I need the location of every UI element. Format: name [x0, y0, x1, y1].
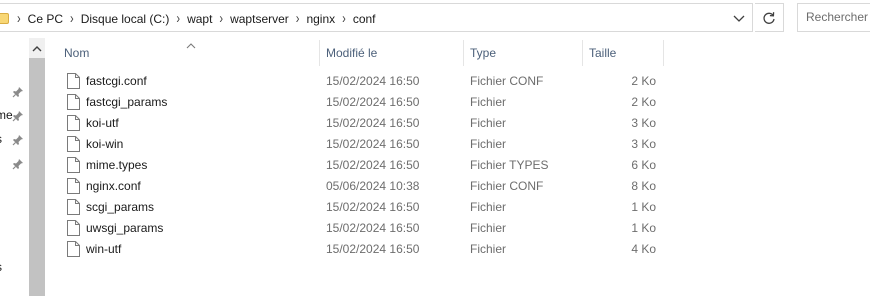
file-name: win-utf: [86, 242, 122, 256]
file-row[interactable]: win-utf 15/02/2024 16:50 Fichier 4 Ko: [46, 239, 870, 260]
file-type: Fichier TYPES: [470, 158, 549, 172]
file-rows: fastcgi.conf 15/02/2024 16:50 Fichier CO…: [46, 71, 870, 260]
chevron-down-icon[interactable]: [732, 13, 746, 25]
file-row[interactable]: koi-win 15/02/2024 16:50 Fichier 3 Ko: [46, 134, 870, 155]
file-row[interactable]: uwsgi_params 15/02/2024 16:50 Fichier 1 …: [46, 218, 870, 239]
chevron-right-icon[interactable]: ›: [335, 11, 353, 27]
column-headers: Nom Modifié le Type Taille: [46, 40, 870, 66]
file-size: 3 Ko: [631, 116, 656, 130]
file-size: 6 Ko: [631, 158, 656, 172]
column-header-type[interactable]: Type: [464, 40, 583, 66]
pin-icon: [12, 134, 24, 146]
search-input[interactable]: Rechercher dans: [797, 3, 870, 32]
column-header-size[interactable]: Taille: [583, 40, 664, 66]
file-icon: [67, 157, 80, 173]
file-type: Fichier: [470, 200, 507, 214]
file-icon: [67, 220, 80, 236]
file-row[interactable]: koi-utf 15/02/2024 16:50 Fichier 3 Ko: [46, 113, 870, 134]
address-bar[interactable]: › Ce PC › Disque local (C:) › wapt › wap…: [0, 3, 753, 32]
file-name: uwsgi_params: [86, 221, 164, 235]
scroll-up-button[interactable]: [29, 38, 45, 58]
breadcrumb-item-waptserver[interactable]: waptserver: [230, 12, 289, 26]
file-icon: [67, 178, 80, 194]
breadcrumb: › Ce PC › Disque local (C:) › wapt › wap…: [14, 4, 376, 33]
file-row[interactable]: scgi_params 15/02/2024 16:50 Fichier 1 K…: [46, 197, 870, 218]
file-list: Nom Modifié le Type Taille fastcgi.conf …: [46, 38, 870, 296]
column-header-name[interactable]: Nom: [58, 40, 320, 66]
chevron-right-icon[interactable]: ›: [14, 11, 28, 27]
pin-icon: [12, 158, 24, 170]
nav-item-fragment[interactable]: s: [0, 132, 2, 146]
file-name: scgi_params: [86, 200, 155, 214]
file-icon: [67, 73, 80, 89]
file-type: Fichier CONF: [470, 179, 544, 193]
file-modified-date: 15/02/2024 16:50: [326, 74, 420, 88]
file-type: Fichier: [470, 221, 507, 235]
file-modified-date: 15/02/2024 16:50: [326, 95, 420, 109]
file-icon: [67, 136, 80, 152]
file-size: 2 Ko: [631, 95, 656, 109]
file-row[interactable]: fastcgi_params 15/02/2024 16:50 Fichier …: [46, 92, 870, 113]
pin-icon: [12, 86, 24, 98]
pin-icon: [12, 110, 24, 122]
breadcrumb-item-local-disk[interactable]: Disque local (C:): [81, 12, 170, 26]
file-type: Fichier: [470, 137, 507, 151]
file-name: nginx.conf: [86, 179, 141, 193]
file-icon: [67, 115, 80, 131]
file-name: fastcgi.conf: [86, 74, 147, 88]
file-name: koi-utf: [86, 116, 119, 130]
navigation-pane: me s s: [0, 38, 30, 296]
file-type: Fichier CONF: [470, 74, 544, 88]
file-modified-date: 15/02/2024 16:50: [326, 242, 420, 256]
scrollbar-thumb[interactable]: [29, 58, 45, 296]
file-size: 2 Ko: [631, 74, 656, 88]
file-size: 8 Ko: [631, 179, 656, 193]
chevron-right-icon[interactable]: ›: [289, 11, 307, 27]
breadcrumb-item-conf[interactable]: conf: [353, 12, 376, 26]
file-icon: [67, 241, 80, 257]
file-name: mime.types: [86, 158, 148, 172]
file-modified-date: 15/02/2024 16:50: [326, 158, 420, 172]
file-type: Fichier: [470, 242, 507, 256]
navigation-scrollbar[interactable]: [29, 38, 45, 296]
refresh-button[interactable]: [755, 3, 784, 32]
file-size: 1 Ko: [631, 221, 656, 235]
file-modified-date: 15/02/2024 16:50: [326, 116, 420, 130]
file-size: 3 Ko: [631, 137, 656, 151]
file-icon: [67, 199, 80, 215]
breadcrumb-item-wapt[interactable]: wapt: [187, 12, 212, 26]
refresh-icon: [762, 11, 776, 25]
file-size: 4 Ko: [631, 242, 656, 256]
breadcrumb-item-this-pc[interactable]: Ce PC: [28, 12, 63, 26]
chevron-right-icon[interactable]: ›: [63, 11, 81, 27]
file-modified-date: 15/02/2024 16:50: [326, 137, 420, 151]
file-row[interactable]: fastcgi.conf 15/02/2024 16:50 Fichier CO…: [46, 71, 870, 92]
file-name: koi-win: [86, 137, 124, 151]
nav-item-fragment[interactable]: s: [0, 260, 2, 274]
file-name: fastcgi_params: [86, 95, 168, 109]
file-modified-date: 05/06/2024 10:38: [326, 179, 420, 193]
chevron-right-icon[interactable]: ›: [169, 11, 187, 27]
file-type: Fichier: [470, 95, 507, 109]
chevron-right-icon[interactable]: ›: [212, 11, 230, 27]
file-size: 1 Ko: [631, 200, 656, 214]
folder-icon: [0, 13, 9, 24]
nav-item-fragment[interactable]: me: [0, 108, 13, 122]
file-row[interactable]: nginx.conf 05/06/2024 10:38 Fichier CONF…: [46, 176, 870, 197]
file-type: Fichier: [470, 116, 507, 130]
file-icon: [67, 94, 80, 110]
breadcrumb-item-nginx[interactable]: nginx: [306, 12, 335, 26]
file-modified-date: 15/02/2024 16:50: [326, 200, 420, 214]
file-modified-date: 15/02/2024 16:50: [326, 221, 420, 235]
file-row[interactable]: mime.types 15/02/2024 16:50 Fichier TYPE…: [46, 155, 870, 176]
column-header-date[interactable]: Modifié le: [320, 40, 464, 66]
address-bar-row: › Ce PC › Disque local (C:) › wapt › wap…: [0, 0, 870, 38]
